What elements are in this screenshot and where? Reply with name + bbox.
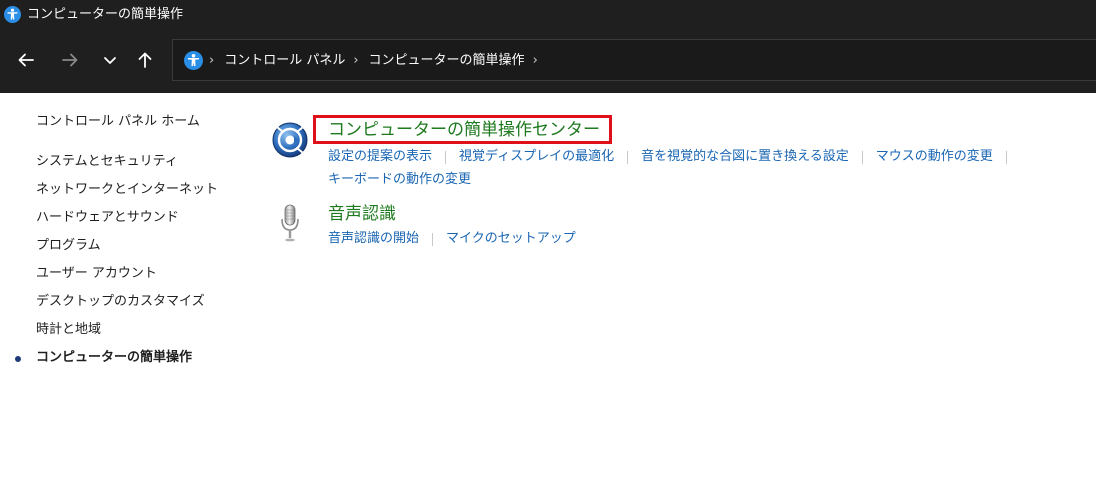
sidebar-item-ease-of-access[interactable]: コンピューターの簡単操作 [36, 349, 192, 367]
ease-of-access-links-row-2: キーボードの動作の変更 [328, 171, 471, 189]
recent-locations-button[interactable] [98, 48, 122, 72]
sidebar-item-hardware-sound[interactable]: ハードウェアとサウンド [36, 209, 179, 227]
sidebar-item-programs[interactable]: プログラム [36, 237, 101, 255]
link-suggested-settings[interactable]: 設定の提案の表示 [328, 148, 432, 166]
link-divider [1005, 150, 1007, 164]
link-visual-alternatives-sounds[interactable]: 音を視覚的な合図に置き換える設定 [641, 148, 849, 166]
window-title: コンピューターの簡単操作 [27, 7, 184, 22]
sidebar-item-appearance[interactable]: デスクトップのカスタマイズ [36, 293, 205, 311]
forward-button[interactable] [58, 48, 82, 72]
navigation-bar: › コントロール パネル › コンピューターの簡単操作 › [0, 30, 1096, 93]
up-button[interactable] [133, 48, 157, 72]
left-navigation-pane: コントロール パネル ホーム システムとセキュリティ ネットワークとインターネッ… [0, 93, 260, 488]
link-optimize-visual-display[interactable]: 視覚ディスプレイの最適化 [459, 148, 614, 166]
link-set-up-microphone[interactable]: マイクのセットアップ [446, 230, 576, 248]
arrow-left-icon [18, 53, 34, 67]
link-keyboard-settings[interactable]: キーボードの動作の変更 [328, 171, 471, 189]
link-mouse-settings[interactable]: マウスの動作の変更 [876, 148, 993, 166]
accessibility-icon [4, 6, 21, 23]
address-bar[interactable]: › コントロール パネル › コンピューターの簡単操作 › [172, 39, 1096, 81]
breadcrumb-separator[interactable]: › [353, 52, 358, 69]
title-bar: コンピューターの簡単操作 [0, 0, 1096, 30]
chevron-down-icon [104, 57, 116, 64]
breadcrumb: › コントロール パネル › コンピューターの簡単操作 › [209, 52, 548, 69]
ease-of-access-links-row-1: 設定の提案の表示 視覚ディスプレイの最適化 音を視覚的な合図に置き換える設定 マ… [328, 148, 1020, 166]
sidebar-item-user-accounts[interactable]: ユーザー アカウント [36, 265, 157, 283]
link-divider [861, 150, 863, 164]
back-button[interactable] [14, 48, 38, 72]
speech-recognition-title[interactable]: 音声認識 [328, 203, 396, 225]
current-item-bullet [15, 356, 21, 362]
breadcrumb-control-panel[interactable]: コントロール パネル [224, 52, 345, 69]
ease-of-access-center-icon[interactable] [270, 119, 310, 159]
breadcrumb-separator[interactable]: › [533, 52, 538, 69]
link-divider [627, 150, 629, 164]
link-divider [445, 150, 447, 164]
breadcrumb-separator[interactable]: › [209, 52, 214, 69]
highlight-annotation-box [313, 115, 612, 144]
link-divider [432, 232, 434, 246]
sidebar-item-clock-region[interactable]: 時計と地域 [36, 321, 101, 339]
link-start-speech-recognition[interactable]: 音声認識の開始 [328, 230, 419, 248]
microphone-icon[interactable] [270, 203, 310, 243]
arrow-right-icon [62, 53, 78, 67]
breadcrumb-ease-of-access[interactable]: コンピューターの簡単操作 [369, 52, 525, 69]
speech-recognition-links-row: 音声認識の開始 マイクのセットアップ [328, 230, 576, 248]
sidebar-item-network-internet[interactable]: ネットワークとインターネット [36, 181, 218, 199]
accessibility-icon [184, 51, 203, 70]
control-panel-home-link[interactable]: コントロール パネル ホーム [36, 113, 200, 131]
sidebar-item-system-security[interactable]: システムとセキュリティ [36, 153, 178, 171]
arrow-up-icon [138, 52, 152, 68]
